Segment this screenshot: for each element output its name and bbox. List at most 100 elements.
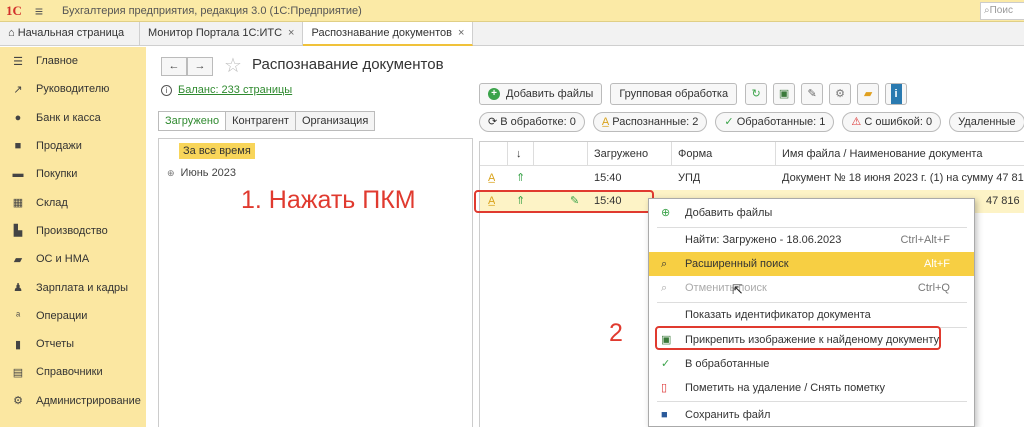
sidebar-item-warehouse[interactable]: ▦ Склад xyxy=(0,188,146,216)
close-icon[interactable]: × xyxy=(288,27,294,39)
sidebar-item-purchases[interactable]: ▬ Покупки xyxy=(0,160,146,188)
info-button[interactable]: i xyxy=(885,83,908,105)
col-sort[interactable]: ↓ xyxy=(508,142,534,166)
filter-in-process[interactable]: ⟳ В обработке: 0 xyxy=(479,112,585,132)
sidebar-item-label: Операции xyxy=(36,309,88,322)
page-title: Распознавание документов xyxy=(252,56,444,73)
gear-icon: ⚙ xyxy=(13,395,23,408)
cancel-search-icon: ⌕ xyxy=(661,282,668,294)
menu-separator xyxy=(657,401,967,402)
upload-arrow-icon: ⇑ xyxy=(516,172,526,184)
menu-item-find[interactable]: Найти: Загружено - 18.06.2023 Ctrl+Alt+F xyxy=(649,228,974,252)
col-filename[interactable]: Имя файла / Наименование документа xyxy=(776,142,1024,166)
row-filename: 47 816 xyxy=(986,195,1020,207)
menu-item-cancel-search[interactable]: ⌕ Отменить поиск Ctrl+Q xyxy=(649,276,974,300)
title-bar: 1С ≡ Бухгалтерия предприятия, редакция 3… xyxy=(0,0,1024,22)
menu-item-mark-processed[interactable]: ✓ В обработанные xyxy=(649,352,974,376)
menu-item-add-files[interactable]: ⊕ Добавить файлы xyxy=(649,201,974,225)
menu-shortcut: Ctrl+Q xyxy=(917,282,950,294)
filter-label: Обработанные: 1 xyxy=(736,116,826,128)
menu-item-show-id[interactable]: Показать идентификатор документа xyxy=(649,303,974,327)
forward-button[interactable]: → xyxy=(187,57,213,76)
sidebar-item-operations[interactable]: ᵃ Операции xyxy=(0,302,146,330)
col-uploaded[interactable]: Загружено xyxy=(588,142,672,166)
sidebar-item-label: Зарплата и кадры xyxy=(36,281,129,294)
favorite-star-icon[interactable]: ☆ xyxy=(224,53,242,78)
refresh-button[interactable]: ↻ xyxy=(745,83,768,105)
sidebar-item-label: Покупки xyxy=(36,168,78,181)
menu-item-advanced-search[interactable]: ⌕ Расширенный поиск Alt+F xyxy=(649,252,974,276)
col-blank[interactable] xyxy=(534,142,588,166)
book-icon: ▤ xyxy=(12,366,24,379)
image-button[interactable]: ▣ xyxy=(773,83,796,105)
document-toolbar: + Добавить файлы Групповая обработка ↻ ▣ … xyxy=(479,83,913,105)
menu-item-label: Расширенный поиск xyxy=(685,258,789,270)
tree-item-june-2023[interactable]: ⊕ Июнь 2023 xyxy=(167,167,236,179)
close-icon[interactable]: × xyxy=(458,27,464,39)
mouse-cursor-icon: ⇱ xyxy=(732,282,743,297)
save-icon: ■ xyxy=(661,409,668,421)
chart-icon: ▮ xyxy=(14,338,22,351)
sidebar-item-reports[interactable]: ▮ Отчеты xyxy=(0,330,146,358)
factory-icon: ▙ xyxy=(13,225,23,238)
sidebar: ☰ Главное ↗ Руководителю ● Банк и касса ■ Пр… xyxy=(0,47,146,427)
menu-item-label: Показать идентификатор документа xyxy=(685,309,871,321)
sidebar-item-production[interactable]: ▙ Производство xyxy=(0,217,146,245)
settings-button[interactable]: ⚙ xyxy=(829,83,852,105)
menu-item-save-file[interactable]: ■ Сохранить файл xyxy=(649,403,974,427)
folder-button[interactable]: ▰ xyxy=(857,83,880,105)
menu-shortcut: Alt+F xyxy=(924,258,950,270)
context-menu: ⊕ Добавить файлы Найти: Загружено - 18.06… xyxy=(648,198,975,427)
back-button[interactable]: ← xyxy=(161,57,187,76)
tab-home[interactable]: ⌂ Начальная страница xyxy=(0,22,140,46)
col-form[interactable]: Форма xyxy=(672,142,776,166)
truck-icon: ▰ xyxy=(13,253,23,266)
menu-item-mark-delete[interactable]: ▯ Пометить на удаление / Снять пометку xyxy=(649,376,974,400)
search-input[interactable]: ⌕Поис xyxy=(980,2,1024,20)
tab-recognition[interactable]: Распознавание документов × xyxy=(303,22,474,46)
sidebar-item-label: Справочники xyxy=(36,366,103,379)
balance-info: i Баланс: 233 страницы xyxy=(161,84,292,96)
nav-buttons: ← → xyxy=(161,57,213,76)
sidebar-item-references[interactable]: ▤ Справочники xyxy=(0,358,146,386)
sidebar-item-sales[interactable]: ■ Продажи xyxy=(0,132,146,160)
balance-link[interactable]: Баланс: 233 страницы xyxy=(178,84,292,96)
row-form: УПД xyxy=(678,172,701,184)
sidebar-item-manager[interactable]: ↗ Руководителю xyxy=(0,75,146,103)
sidebar-item-salary[interactable]: ♟ Зарплата и кадры xyxy=(0,273,146,301)
all-time-item[interactable]: За все время xyxy=(179,143,255,159)
menu-item-label: В обработанные xyxy=(685,358,770,370)
add-files-label: Добавить файлы xyxy=(506,88,594,100)
filter-processed[interactable]: ✓ Обработанные: 1 xyxy=(715,112,835,132)
hamburger-menu-icon[interactable]: ≡ xyxy=(28,3,50,19)
highlight-menu-item-box xyxy=(655,326,941,350)
expand-icon[interactable]: ⊕ xyxy=(167,168,175,178)
group-processing-button[interactable]: Групповая обработка xyxy=(610,83,738,105)
tab-its-monitor[interactable]: Монитор Портала 1С:ИТС × xyxy=(140,22,304,46)
sync-icon: ⟳ xyxy=(488,116,501,128)
sidebar-item-admin[interactable]: ⚙ Администрирование xyxy=(0,387,146,415)
highlight-row-box xyxy=(474,190,654,213)
table-row[interactable]: A̲ ⇑ 15:40 УПД Документ № 18 июня 2023 г… xyxy=(480,167,1024,190)
sidebar-item-main[interactable]: ☰ Главное xyxy=(0,47,146,75)
tab-bar: ⌂ Начальная страница Монитор Портала 1С:… xyxy=(0,22,1024,46)
gear-icon: ⚙ xyxy=(835,88,846,100)
tab-uploaded[interactable]: Загружено xyxy=(158,111,227,131)
sidebar-item-label: Продажи xyxy=(36,140,82,153)
image-icon: ▣ xyxy=(778,88,790,100)
filter-deleted[interactable]: Удаленные xyxy=(949,112,1024,132)
sidebar-item-assets[interactable]: ▰ ОС и НМА xyxy=(0,245,146,273)
sidebar-item-bank[interactable]: ● Банк и касса xyxy=(0,104,146,132)
col-status[interactable] xyxy=(480,142,508,166)
tab-organization[interactable]: Организация xyxy=(294,111,376,131)
filter-recognized[interactable]: A̲ Распознанные: 2 xyxy=(592,112,708,132)
warehouse-icon: ▦ xyxy=(12,197,24,210)
sidebar-item-label: Отчеты xyxy=(36,338,75,351)
add-files-button[interactable]: + Добавить файлы xyxy=(479,83,603,105)
delete-mark-icon: ▯ xyxy=(661,382,668,394)
attach-button[interactable]: ✎ xyxy=(801,83,824,105)
cart-icon: ▬ xyxy=(12,168,24,181)
paperclip-icon: ✎ xyxy=(807,88,817,100)
tab-counterparty[interactable]: Контрагент xyxy=(225,111,296,131)
filter-error[interactable]: ⚠ С ошибкой: 0 xyxy=(842,112,942,132)
